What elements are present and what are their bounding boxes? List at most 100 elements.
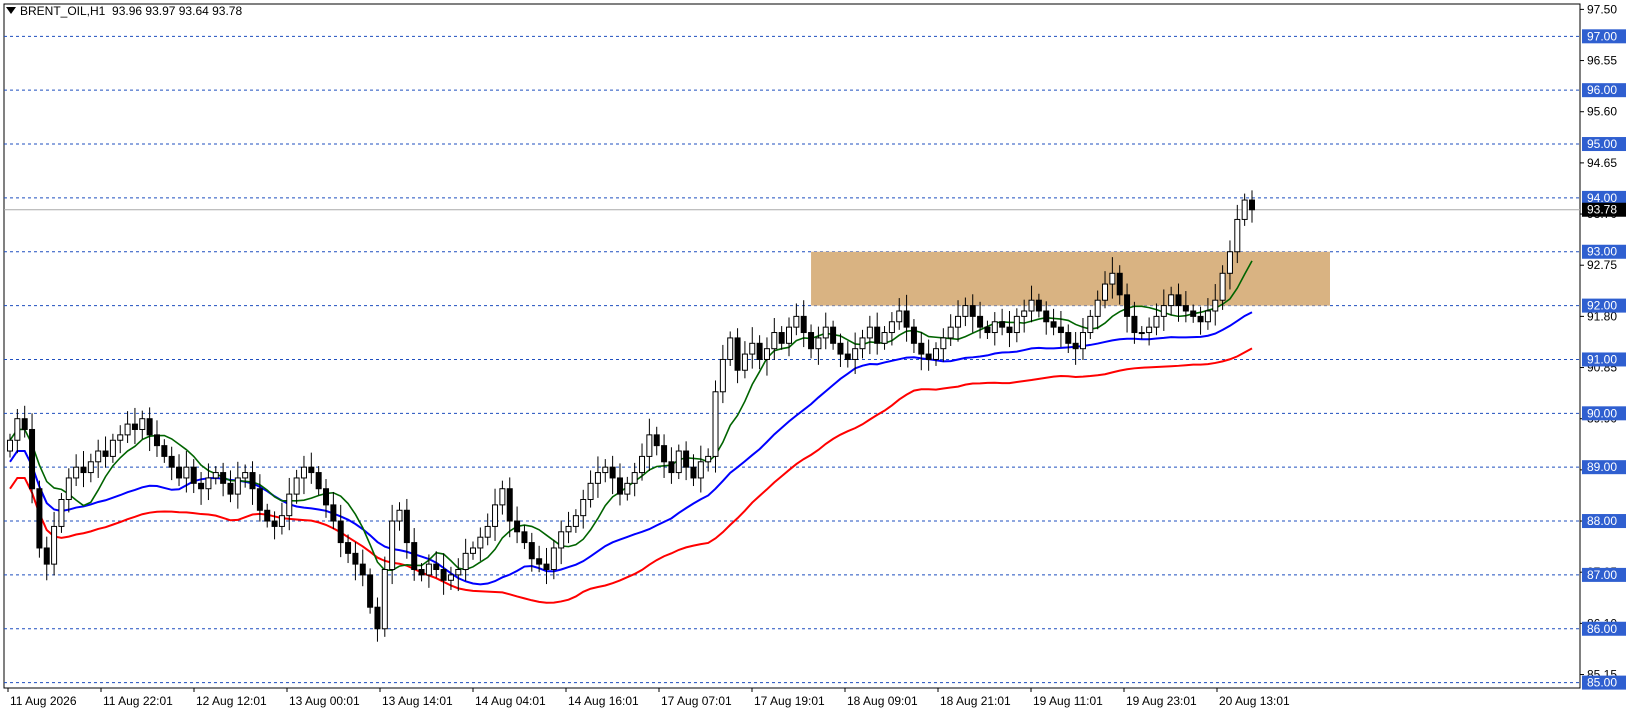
candle-body (1226, 251, 1233, 274)
candle-body (1006, 326, 1013, 334)
candle-body (80, 466, 87, 474)
time-tick-label: 19 Aug 23:01 (1126, 694, 1197, 708)
candle-body (1197, 315, 1204, 323)
candle-body (418, 569, 425, 576)
candle-body (425, 563, 432, 576)
candle-body (1116, 272, 1123, 296)
candle-body (117, 434, 124, 441)
level-label: 93.00 (1587, 245, 1617, 259)
candle-body (763, 348, 770, 360)
candle-body (925, 353, 932, 360)
price-chart[interactable]: 97.5096.5595.6094.6593.7092.7591.8090.85… (0, 0, 1626, 714)
candle-body (719, 358, 726, 393)
candle-body (741, 353, 748, 371)
candle-body (234, 477, 241, 495)
candle-body (1065, 332, 1072, 344)
candle-body (492, 504, 499, 527)
candle-body (1234, 218, 1241, 253)
candle-body (1190, 310, 1197, 317)
candle-body (903, 310, 910, 328)
candle-body (646, 434, 653, 457)
candle-body (962, 305, 969, 317)
candle-body (95, 450, 102, 463)
candle-body (183, 466, 190, 479)
level-label: 86.00 (1587, 622, 1617, 636)
candle-body (587, 482, 594, 500)
candle-body (800, 315, 807, 334)
candle-body (1021, 310, 1028, 317)
candle-body (550, 547, 557, 571)
candle-body (168, 455, 175, 468)
candle-body (955, 315, 962, 328)
candle-body (389, 520, 396, 571)
candle-body (543, 563, 550, 571)
candle-body (565, 525, 572, 533)
candle-body (1146, 326, 1153, 334)
candle-body (778, 332, 785, 344)
candle-body (1043, 310, 1050, 323)
candle-body (330, 504, 337, 522)
candle-body (1094, 299, 1101, 317)
candle-body (602, 466, 609, 474)
candle-body (528, 542, 535, 560)
candle-body (675, 450, 682, 474)
candle-body (756, 342, 763, 360)
candle-body (609, 466, 616, 479)
candle-body (153, 434, 160, 447)
candle-body (690, 466, 697, 479)
time-tick-label: 18 Aug 09:01 (847, 694, 918, 708)
candle-body (43, 547, 50, 565)
candle-body (300, 466, 307, 479)
candle-body (447, 574, 454, 581)
candle-body (514, 520, 521, 533)
candle-body (139, 418, 146, 430)
price-tick-label: 92.75 (1587, 258, 1617, 272)
candle-body (874, 326, 881, 344)
candle-body (278, 515, 285, 527)
candle-body (866, 326, 873, 339)
candle-body (109, 439, 116, 457)
candle-body (256, 488, 263, 511)
candle-body (705, 455, 712, 463)
candle-body (455, 569, 462, 576)
candle-body (411, 542, 418, 571)
candle-body (58, 498, 65, 527)
candle-body (932, 348, 939, 360)
price-tick-label: 97.50 (1587, 2, 1617, 16)
candle-body (580, 498, 587, 517)
level-label: 89.00 (1587, 460, 1617, 474)
candle-body (572, 515, 579, 527)
candle-body (984, 326, 991, 334)
candle-body (969, 305, 976, 317)
candle-body (991, 321, 998, 334)
candle-body (830, 326, 837, 344)
candle-body (36, 488, 43, 549)
level-label: 91.00 (1587, 352, 1617, 366)
candle-body (315, 472, 322, 490)
time-tick-label: 13 Aug 00:01 (289, 694, 360, 708)
candle-body (477, 536, 484, 549)
candle-body (198, 482, 205, 490)
candle-body (1072, 342, 1079, 350)
candle-body (161, 445, 168, 457)
candle-body (352, 552, 359, 565)
candle-body (668, 461, 675, 474)
candle-body (859, 337, 866, 350)
candle-body (837, 342, 844, 355)
candle-body (396, 509, 403, 522)
candle-body (734, 337, 741, 371)
candle-body (212, 472, 219, 479)
candle-body (639, 455, 646, 474)
candle-body (433, 563, 440, 571)
time-tick-label: 19 Aug 11:01 (1033, 694, 1103, 708)
candle-body (1013, 315, 1020, 334)
time-tick-label: 20 Aug 13:01 (1219, 694, 1290, 708)
candle-body (1050, 321, 1057, 328)
candle-body (293, 477, 300, 495)
time-tick-label: 17 Aug 19:01 (754, 694, 825, 708)
candle-body (918, 342, 925, 355)
level-label: 96.00 (1587, 83, 1617, 97)
candle-body (403, 509, 410, 544)
candle-body (910, 326, 917, 344)
candle-body (51, 525, 58, 565)
